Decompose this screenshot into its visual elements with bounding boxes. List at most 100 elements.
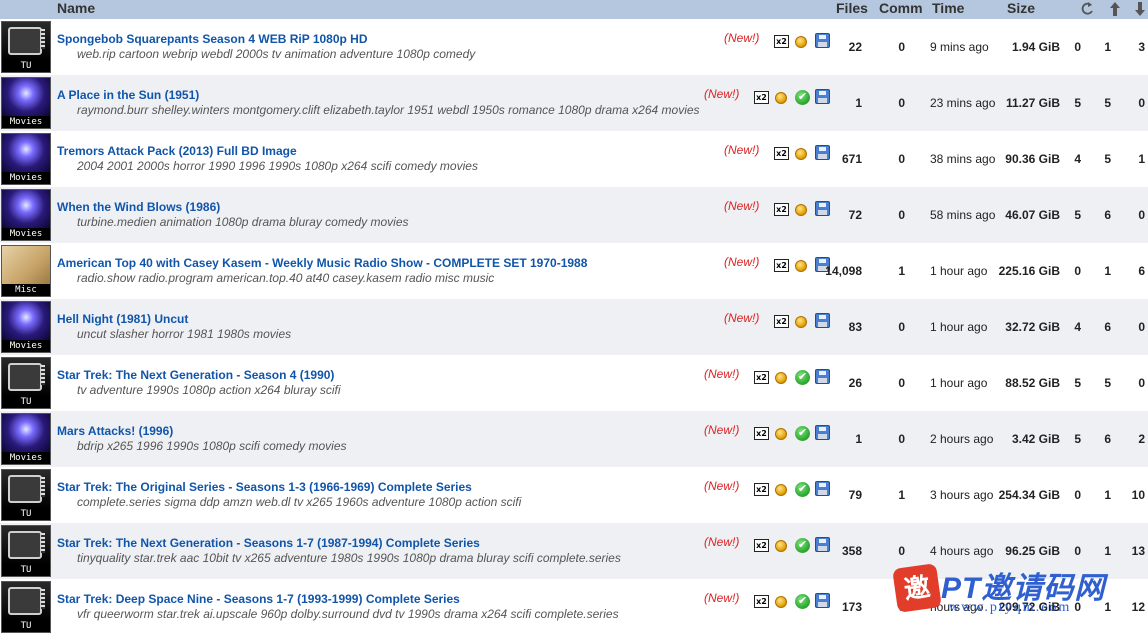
files-count[interactable]: 14,098 <box>825 264 862 278</box>
comments-count[interactable]: 1 <box>898 264 905 278</box>
files-count[interactable]: 358 <box>842 544 862 558</box>
leechers-count[interactable]: 6 <box>1138 264 1145 278</box>
seeders-count[interactable]: 5 <box>1104 96 1111 110</box>
bonus-coin-icon[interactable] <box>775 484 787 496</box>
download-save-icon[interactable] <box>815 201 830 216</box>
nzb-icon[interactable]: x2 <box>774 147 789 160</box>
seeders-count[interactable]: 5 <box>1104 152 1111 166</box>
header-comm[interactable]: Comm <box>879 0 923 19</box>
leechers-count[interactable]: 0 <box>1138 96 1145 110</box>
seeders-count[interactable]: 1 <box>1104 40 1111 54</box>
header-size[interactable]: Size <box>1007 0 1035 19</box>
files-count[interactable]: 1 <box>855 96 862 110</box>
files-count[interactable]: 1 <box>855 432 862 446</box>
torrent-title-link[interactable]: Star Trek: The Next Generation - Season … <box>57 368 334 382</box>
seeders-count[interactable]: 1 <box>1104 488 1111 502</box>
bonus-coin-icon[interactable] <box>795 148 807 160</box>
arrow-down-icon[interactable] <box>1132 0 1148 18</box>
torrent-title-link[interactable]: Star Trek: Deep Space Nine - Seasons 1-7… <box>57 592 460 606</box>
nzb-icon[interactable]: x2 <box>754 483 769 496</box>
torrent-title-link[interactable]: Tremors Attack Pack (2013) Full BD Image <box>57 144 297 158</box>
seeders-count[interactable]: 6 <box>1104 432 1111 446</box>
download-save-icon[interactable] <box>815 145 830 160</box>
refresh-icon[interactable] <box>1079 0 1095 18</box>
seeders-count[interactable]: 1 <box>1104 264 1111 278</box>
download-save-icon[interactable] <box>815 425 830 440</box>
torrent-title-link[interactable]: A Place in the Sun (1951) <box>57 88 199 102</box>
torrent-title-link[interactable]: Hell Night (1981) Uncut <box>57 312 188 326</box>
download-save-icon[interactable] <box>815 537 830 552</box>
seeders-count[interactable]: 6 <box>1104 208 1111 222</box>
leechers-count[interactable]: 0 <box>1138 208 1145 222</box>
nzb-icon[interactable]: x2 <box>754 427 769 440</box>
comments-count[interactable]: 0 <box>898 544 905 558</box>
nzb-icon[interactable]: x2 <box>774 203 789 216</box>
nzb-icon[interactable]: x2 <box>754 91 769 104</box>
download-save-icon[interactable] <box>815 33 830 48</box>
files-count[interactable]: 79 <box>849 488 862 502</box>
arrow-up-icon[interactable] <box>1107 0 1123 18</box>
comments-count[interactable]: 0 <box>898 96 905 110</box>
category-thumbnail[interactable]: Movies <box>1 77 51 129</box>
nzb-icon[interactable]: x2 <box>774 259 789 272</box>
torrent-title-link[interactable]: Star Trek: The Next Generation - Seasons… <box>57 536 480 550</box>
category-thumbnail[interactable]: TU <box>1 469 51 521</box>
nzb-icon[interactable]: x2 <box>754 595 769 608</box>
nzb-icon[interactable]: x2 <box>774 35 789 48</box>
seeders-count[interactable]: 6 <box>1104 320 1111 334</box>
bonus-coin-icon[interactable] <box>795 316 807 328</box>
torrent-title-link[interactable]: Star Trek: The Original Series - Seasons… <box>57 480 472 494</box>
header-time[interactable]: Time <box>932 0 964 19</box>
files-count[interactable]: 83 <box>849 320 862 334</box>
leechers-count[interactable]: 13 <box>1132 544 1145 558</box>
comments-count[interactable]: 0 <box>898 376 905 390</box>
comments-count[interactable]: 0 <box>898 432 905 446</box>
category-thumbnail[interactable]: Movies <box>1 413 51 465</box>
header-files[interactable]: Files <box>836 0 868 19</box>
category-thumbnail[interactable]: TU <box>1 525 51 577</box>
seeders-count[interactable]: 5 <box>1104 376 1111 390</box>
leechers-count[interactable]: 0 <box>1138 376 1145 390</box>
comments-count[interactable]: 0 <box>898 320 905 334</box>
leechers-count[interactable]: 10 <box>1132 488 1145 502</box>
torrent-title-link[interactable]: Spongebob Squarepants Season 4 WEB RiP 1… <box>57 32 368 46</box>
category-thumbnail[interactable]: Movies <box>1 301 51 353</box>
bonus-coin-icon[interactable] <box>795 204 807 216</box>
nzb-icon[interactable]: x2 <box>754 371 769 384</box>
comments-count[interactable]: 0 <box>898 208 905 222</box>
download-save-icon[interactable] <box>815 369 830 384</box>
category-thumbnail[interactable]: Misc <box>1 245 51 297</box>
leechers-count[interactable]: 1 <box>1138 152 1145 166</box>
bonus-coin-icon[interactable] <box>795 260 807 272</box>
torrent-title-link[interactable]: American Top 40 with Casey Kasem - Weekl… <box>57 256 587 270</box>
header-name[interactable]: Name <box>57 0 95 19</box>
nzb-icon[interactable]: x2 <box>754 539 769 552</box>
files-count[interactable]: 173 <box>842 600 862 614</box>
comments-count[interactable]: 1 <box>898 488 905 502</box>
bonus-coin-icon[interactable] <box>775 540 787 552</box>
torrent-title-link[interactable]: Mars Attacks! (1996) <box>57 424 173 438</box>
download-save-icon[interactable] <box>815 481 830 496</box>
comments-count[interactable]: 0 <box>898 152 905 166</box>
download-save-icon[interactable] <box>815 89 830 104</box>
nzb-icon[interactable]: x2 <box>774 315 789 328</box>
bonus-coin-icon[interactable] <box>795 36 807 48</box>
leechers-count[interactable]: 0 <box>1138 320 1145 334</box>
category-thumbnail[interactable]: TU <box>1 581 51 633</box>
torrent-title-link[interactable]: When the Wind Blows (1986) <box>57 200 220 214</box>
category-thumbnail[interactable]: TU <box>1 357 51 409</box>
download-save-icon[interactable] <box>815 593 830 608</box>
bonus-coin-icon[interactable] <box>775 428 787 440</box>
bonus-coin-icon[interactable] <box>775 372 787 384</box>
category-thumbnail[interactable]: Movies <box>1 189 51 241</box>
leechers-count[interactable]: 2 <box>1138 432 1145 446</box>
bonus-coin-icon[interactable] <box>775 596 787 608</box>
download-save-icon[interactable] <box>815 313 830 328</box>
files-count[interactable]: 26 <box>849 376 862 390</box>
files-count[interactable]: 671 <box>842 152 862 166</box>
category-thumbnail[interactable]: TU <box>1 21 51 73</box>
bonus-coin-icon[interactable] <box>775 92 787 104</box>
comments-count[interactable]: 0 <box>898 40 905 54</box>
leechers-count[interactable]: 3 <box>1138 40 1145 54</box>
category-thumbnail[interactable]: Movies <box>1 133 51 185</box>
